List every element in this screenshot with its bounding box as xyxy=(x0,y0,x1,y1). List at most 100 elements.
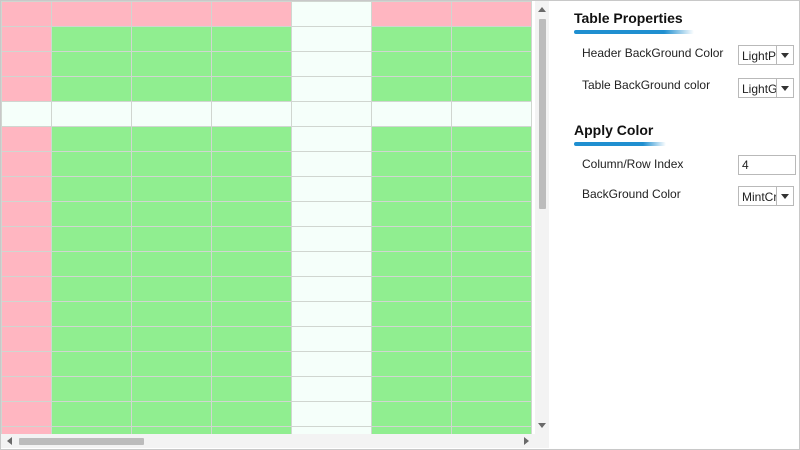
horizontal-scrollbar[interactable] xyxy=(1,434,535,448)
grid-cell[interactable] xyxy=(211,351,292,377)
grid-cell[interactable] xyxy=(451,126,532,152)
grid-cell[interactable] xyxy=(451,26,532,52)
header-bg-dropdown-button[interactable] xyxy=(776,46,793,64)
index-field-box[interactable] xyxy=(738,155,796,175)
grid-cell[interactable] xyxy=(371,401,452,427)
grid-cell[interactable] xyxy=(451,376,532,402)
arrow-left-icon[interactable] xyxy=(7,437,12,445)
grid-cell[interactable] xyxy=(131,1,212,27)
grid-cell[interactable] xyxy=(451,401,532,427)
grid-cell[interactable] xyxy=(131,76,212,102)
grid-cell[interactable] xyxy=(51,301,132,327)
grid-cell[interactable] xyxy=(51,276,132,302)
bg-color-dropdown-button[interactable] xyxy=(776,187,793,205)
grid-cell[interactable] xyxy=(211,176,292,202)
grid-cell[interactable] xyxy=(1,376,52,402)
grid-cell[interactable] xyxy=(291,251,372,277)
grid-cell[interactable] xyxy=(1,51,52,77)
grid-cell[interactable] xyxy=(291,1,372,27)
grid-cell[interactable] xyxy=(371,26,452,52)
grid-cell[interactable] xyxy=(371,201,452,227)
grid-cell[interactable] xyxy=(1,351,52,377)
grid-cell[interactable] xyxy=(51,226,132,252)
grid-cell[interactable] xyxy=(291,326,372,352)
grid-cell[interactable] xyxy=(291,51,372,77)
grid-cell[interactable] xyxy=(1,326,52,352)
vertical-scrollbar[interactable] xyxy=(535,1,549,434)
grid-cell[interactable] xyxy=(451,226,532,252)
grid-cell[interactable] xyxy=(211,101,292,127)
grid-cell[interactable] xyxy=(451,201,532,227)
grid-cell[interactable] xyxy=(371,426,452,434)
grid-cell[interactable] xyxy=(451,301,532,327)
grid-cell[interactable] xyxy=(451,76,532,102)
grid-cell[interactable] xyxy=(291,376,372,402)
grid-cell[interactable] xyxy=(1,76,52,102)
grid-cell[interactable] xyxy=(371,251,452,277)
grid-cell[interactable] xyxy=(51,126,132,152)
grid-cell[interactable] xyxy=(371,1,452,27)
grid-cell[interactable] xyxy=(1,126,52,152)
grid-cell[interactable] xyxy=(1,301,52,327)
table-bg-combobox[interactable]: LightGreen xyxy=(738,78,794,98)
bg-color-combobox[interactable]: MintCream xyxy=(738,186,794,206)
grid-cell[interactable] xyxy=(291,351,372,377)
grid-cell[interactable] xyxy=(131,376,212,402)
grid-cell[interactable] xyxy=(131,301,212,327)
grid-cell[interactable] xyxy=(211,26,292,52)
grid-cell[interactable] xyxy=(51,101,132,127)
spreadsheet-table[interactable] xyxy=(1,1,532,434)
grid-cell[interactable] xyxy=(51,401,132,427)
grid-cell[interactable] xyxy=(51,176,132,202)
grid-cell[interactable] xyxy=(131,151,212,177)
grid-cell[interactable] xyxy=(451,326,532,352)
grid-cell[interactable] xyxy=(291,426,372,434)
grid-cell[interactable] xyxy=(371,301,452,327)
vertical-scroll-thumb[interactable] xyxy=(539,19,546,209)
grid-cell[interactable] xyxy=(211,251,292,277)
grid-cell[interactable] xyxy=(51,251,132,277)
grid-cell[interactable] xyxy=(291,276,372,302)
grid-cell[interactable] xyxy=(291,176,372,202)
grid-cell[interactable] xyxy=(131,326,212,352)
grid-cell[interactable] xyxy=(1,26,52,52)
grid-cell[interactable] xyxy=(131,126,212,152)
grid-cell[interactable] xyxy=(211,276,292,302)
grid-cell[interactable] xyxy=(451,151,532,177)
grid-cell[interactable] xyxy=(131,51,212,77)
grid-cell[interactable] xyxy=(1,401,52,427)
grid-cell[interactable] xyxy=(291,151,372,177)
grid-cell[interactable] xyxy=(51,376,132,402)
grid-cell[interactable] xyxy=(451,51,532,77)
grid-cell[interactable] xyxy=(291,126,372,152)
grid-cell[interactable] xyxy=(371,76,452,102)
grid-cell[interactable] xyxy=(371,326,452,352)
grid-cell[interactable] xyxy=(211,376,292,402)
grid-cell[interactable] xyxy=(211,301,292,327)
grid-cell[interactable] xyxy=(51,51,132,77)
grid-cell[interactable] xyxy=(371,276,452,302)
grid-cell[interactable] xyxy=(211,201,292,227)
index-input[interactable] xyxy=(742,157,792,173)
grid-cell[interactable] xyxy=(371,376,452,402)
spreadsheet-grid[interactable] xyxy=(1,1,535,434)
grid-cell[interactable] xyxy=(451,101,532,127)
grid-cell[interactable] xyxy=(211,76,292,102)
grid-cell[interactable] xyxy=(291,101,372,127)
grid-cell[interactable] xyxy=(451,351,532,377)
grid-cell[interactable] xyxy=(51,151,132,177)
grid-cell[interactable] xyxy=(211,326,292,352)
grid-cell[interactable] xyxy=(291,301,372,327)
grid-cell[interactable] xyxy=(131,201,212,227)
horizontal-scroll-thumb[interactable] xyxy=(19,438,144,445)
grid-cell[interactable] xyxy=(51,201,132,227)
grid-cell[interactable] xyxy=(1,251,52,277)
grid-cell[interactable] xyxy=(291,226,372,252)
grid-cell[interactable] xyxy=(291,201,372,227)
grid-cell[interactable] xyxy=(51,76,132,102)
grid-cell[interactable] xyxy=(451,1,532,27)
grid-cell[interactable] xyxy=(51,426,132,434)
grid-cell[interactable] xyxy=(451,176,532,202)
grid-cell[interactable] xyxy=(211,51,292,77)
grid-cell[interactable] xyxy=(1,426,52,434)
